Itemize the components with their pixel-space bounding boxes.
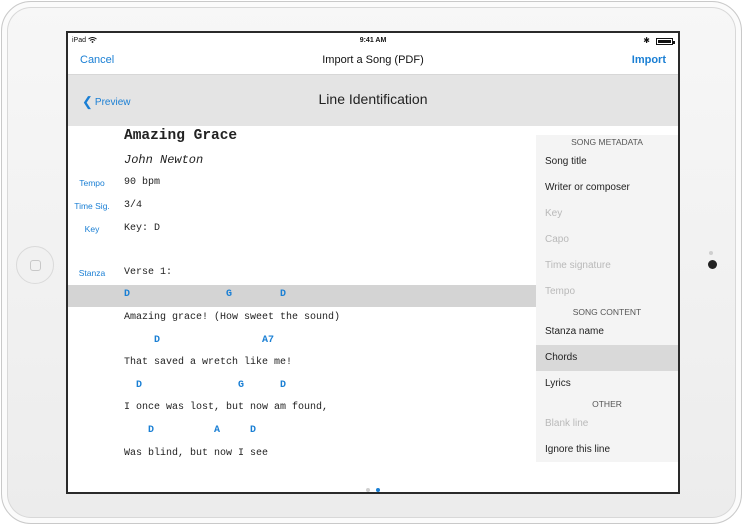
- navigation-bar: Cancel Import a Song (PDF) Import: [68, 50, 678, 75]
- status-bar: iPad 9:41 AM ✱: [68, 33, 678, 50]
- import-button[interactable]: Import: [632, 54, 666, 66]
- line-type-menu: SONG METADATA Song title Writer or compo…: [536, 135, 678, 462]
- song-line-tempo[interactable]: Tempo 90 bpm: [68, 173, 536, 195]
- section-header-other: OTHER: [592, 399, 622, 409]
- menu-item-label: Writer or composer: [545, 182, 630, 193]
- page-dot-1[interactable]: [366, 488, 370, 492]
- menu-item-label: Key: [545, 208, 563, 219]
- menu-item-label: Tempo: [545, 286, 576, 297]
- menu-item-ignore-line[interactable]: Ignore this line: [536, 437, 678, 463]
- menu-item-writer[interactable]: Writer or composer: [536, 175, 678, 201]
- camera-icon: [708, 260, 717, 269]
- song-line-blank[interactable]: [68, 242, 536, 264]
- line-text: That saved a wretch like me!: [124, 357, 293, 368]
- line-text: John Newton: [124, 153, 204, 167]
- menu-item-label: Ignore this line: [545, 444, 611, 455]
- page-dot-2-active[interactable]: [376, 488, 380, 492]
- line-type-label: Tempo: [79, 178, 105, 188]
- line-text: 3/4: [124, 200, 143, 211]
- menu-item-song-title[interactable]: Song title: [536, 149, 678, 175]
- line-text: 90 bpm: [124, 177, 161, 188]
- song-line-lyrics[interactable]: I once was lost, but now am found,: [68, 398, 536, 420]
- menu-item-label: Capo: [545, 234, 569, 245]
- song-line-chords[interactable]: D A7: [68, 331, 536, 353]
- line-type-label: Time Sig.: [74, 201, 110, 211]
- menu-item-stanza-name[interactable]: Stanza name: [536, 319, 678, 345]
- menu-item-time-signature: Time signature: [536, 253, 678, 279]
- page-indicator[interactable]: [68, 479, 678, 492]
- section-header-song-content: SONG CONTENT: [572, 307, 642, 317]
- menu-item-label: Stanza name: [545, 326, 604, 337]
- section-header-song-metadata: SONG METADATA: [571, 137, 643, 147]
- line-text: D A7: [124, 335, 275, 346]
- line-text: Was blind, but now I see: [124, 448, 269, 459]
- line-text: D G D: [124, 289, 287, 300]
- line-text: I once was lost, but now am found,: [124, 402, 329, 413]
- home-square-icon: [30, 260, 41, 271]
- nav-title: Import a Song (PDF): [322, 54, 424, 66]
- song-line-time-sig[interactable]: Time Sig. 3/4: [68, 196, 536, 218]
- song-line-lyrics[interactable]: That saved a wretch like me!: [68, 353, 536, 375]
- line-type-label: Key: [84, 224, 100, 234]
- menu-item-lyrics[interactable]: Lyrics: [536, 371, 678, 397]
- menu-item-key: Key: [536, 201, 678, 227]
- battery-icon: [656, 38, 675, 45]
- menu-item-label: Time signature: [545, 260, 611, 271]
- menu-item-chords[interactable]: Chords: [536, 345, 678, 371]
- menu-item-tempo: Tempo: [536, 279, 678, 305]
- page-title: Line Identification: [318, 91, 428, 107]
- sub-header: ❮ Preview Line Identification: [68, 75, 678, 126]
- song-line-title[interactable]: Amazing Grace: [68, 127, 536, 149]
- menu-item-blank-line: Blank line: [536, 411, 678, 437]
- line-text: Verse 1:: [124, 267, 173, 278]
- home-button[interactable]: [16, 246, 54, 284]
- line-text: Amazing grace! (How sweet the sound): [124, 312, 341, 323]
- song-line-writer[interactable]: John Newton: [68, 150, 536, 172]
- menu-item-label: Chords: [545, 352, 578, 363]
- song-line-chords-selected[interactable]: D G D: [68, 285, 536, 307]
- song-line-key[interactable]: Key Key: D: [68, 219, 536, 241]
- sensor-dot: [709, 251, 713, 255]
- line-text: D G D: [124, 380, 287, 391]
- song-line-lyrics[interactable]: Was blind, but now I see: [68, 444, 536, 466]
- song-line-stanza[interactable]: Stanza Verse 1:: [68, 263, 536, 285]
- song-line-chords[interactable]: D A D: [68, 421, 536, 443]
- line-text: Amazing Grace: [124, 128, 238, 144]
- line-text: D A D: [124, 425, 257, 436]
- screen: iPad 9:41 AM ✱ Cancel Import a Song (PDF…: [66, 31, 680, 494]
- bluetooth-icon: ✱: [643, 36, 650, 45]
- menu-item-label: Song title: [545, 156, 587, 167]
- line-type-label: Stanza: [78, 268, 106, 278]
- menu-item-label: Lyrics: [545, 378, 571, 389]
- song-line-lyrics[interactable]: Amazing grace! (How sweet the sound): [68, 308, 536, 330]
- clock: 9:41 AM: [359, 37, 387, 44]
- menu-item-capo: Capo: [536, 227, 678, 253]
- song-line-chords[interactable]: D G D: [68, 376, 536, 398]
- menu-item-label: Blank line: [545, 418, 589, 429]
- line-text: Key: D: [124, 223, 161, 234]
